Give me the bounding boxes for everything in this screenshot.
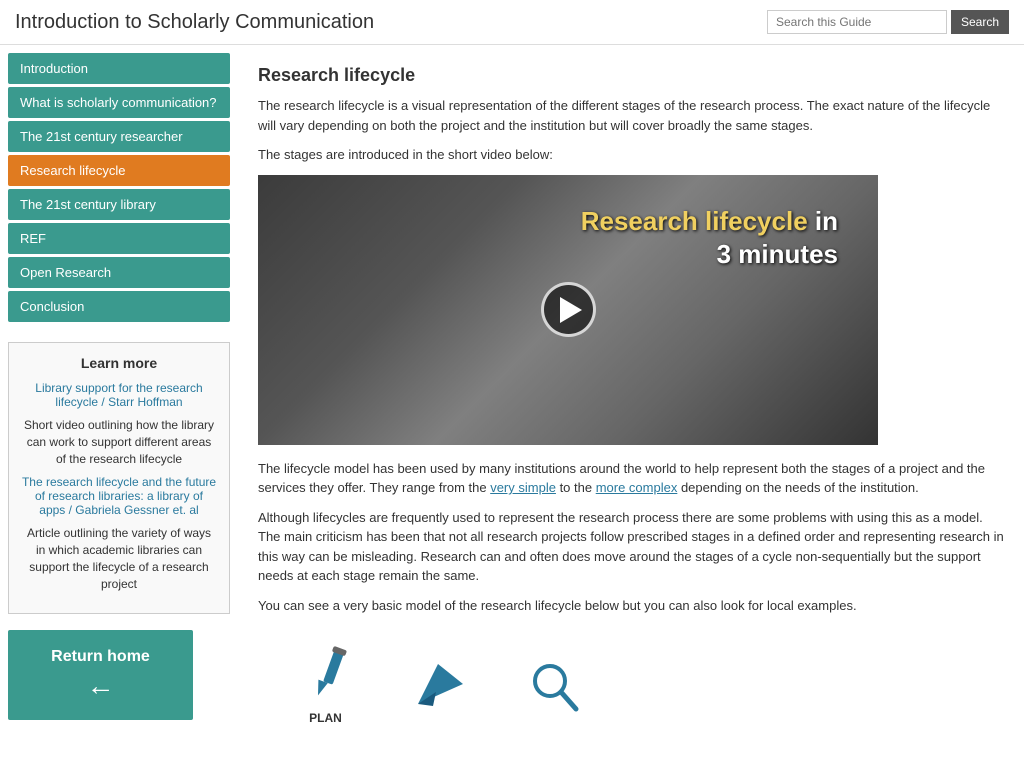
para3-mid: to the (556, 480, 596, 495)
learn-more-items: Library support for the research lifecyc… (21, 381, 217, 593)
sidebar-item-21st-century-researcher[interactable]: The 21st century researcher (8, 121, 230, 152)
video-title-overlay: Research lifecycle in 3 minutes (581, 205, 838, 273)
return-home-arrow-icon: ← (87, 670, 115, 702)
search-button[interactable]: Search (951, 10, 1009, 34)
play-button[interactable] (541, 282, 596, 337)
content-para2: The stages are introduced in the short v… (258, 145, 1004, 165)
sidebar-item-conclusion[interactable]: Conclusion (8, 291, 230, 322)
plan-label: PLAN (309, 711, 342, 725)
sidebar-item-open-research[interactable]: Open Research (8, 257, 230, 288)
learn-more-item-0[interactable]: Library support for the research lifecyc… (21, 381, 217, 409)
sidebar-item-introduction[interactable]: Introduction (8, 53, 230, 84)
content-para4: Although lifecycles are frequently used … (258, 508, 1004, 586)
video-player[interactable]: Research lifecycle in 3 minutes (258, 175, 878, 445)
sidebar: IntroductionWhat is scholarly communicat… (0, 45, 238, 728)
lifecycle-diagram: PLAN (258, 625, 1004, 745)
learn-more-box: Learn more Library support for the resea… (8, 342, 230, 614)
return-home-button[interactable]: Return home ← (8, 630, 193, 720)
sidebar-item-ref[interactable]: REF (8, 223, 230, 254)
link-very-simple[interactable]: very simple (490, 480, 556, 495)
main-layout: IntroductionWhat is scholarly communicat… (0, 45, 1024, 765)
video-title-minutes: 3 minutes (717, 239, 838, 269)
video-title-highlight: Research lifecycle (581, 206, 808, 236)
content-para5: You can see a very basic model of the re… (258, 596, 1004, 616)
para3-after: depending on the needs of the institutio… (677, 480, 918, 495)
sidebar-item-what-is-scholarly[interactable]: What is scholarly communication? (8, 87, 230, 118)
learn-more-item-2[interactable]: The research lifecycle and the future of… (21, 475, 217, 517)
page-title: Introduction to Scholarly Communication (15, 11, 374, 34)
sidebar-item-research-lifecycle[interactable]: Research lifecycle (8, 155, 230, 186)
learn-more-item-3: Article outlining the variety of ways in… (21, 525, 217, 592)
content-para1: The research lifecycle is a visual repre… (258, 96, 1004, 135)
search-bar: Search (767, 10, 1009, 34)
lifecycle-plan: PLAN (298, 645, 353, 725)
search-input[interactable] (767, 10, 947, 34)
content-para3: The lifecycle model has been used by man… (258, 459, 1004, 498)
link-more-complex[interactable]: more complex (596, 480, 678, 495)
main-content: Research lifecycle The research lifecycl… (238, 45, 1024, 765)
sidebar-item-21st-century-library[interactable]: The 21st century library (8, 189, 230, 220)
plan-icon (298, 645, 353, 705)
lifecycle-discover (528, 659, 583, 725)
return-home-label: Return home (51, 648, 150, 666)
learn-more-item-1: Short video outlining how the library ca… (21, 417, 217, 467)
learn-more-title: Learn more (21, 355, 217, 371)
page-header: Introduction to Scholarly Communication … (0, 0, 1024, 45)
video-title-in: in (808, 206, 838, 236)
paper-plane-icon (413, 659, 468, 719)
lifecycle-communicate (413, 659, 468, 725)
content-title: Research lifecycle (258, 65, 1004, 86)
magnifier-icon (528, 659, 583, 719)
nav-list: IntroductionWhat is scholarly communicat… (8, 53, 230, 322)
